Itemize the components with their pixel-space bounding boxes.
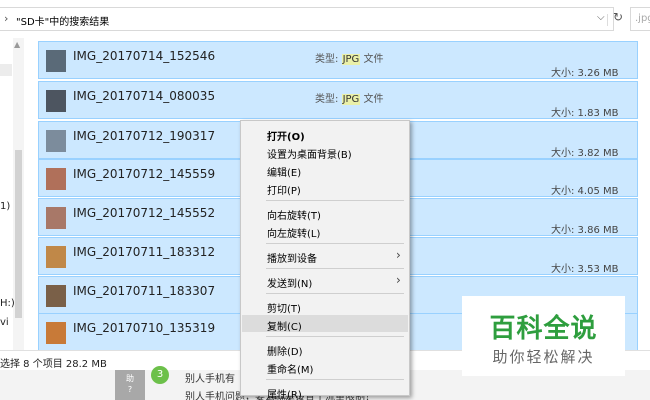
watermark-subtitle: 助你轻松解决 — [492, 348, 595, 366]
image-thumbnail — [46, 285, 66, 307]
file-name: IMG_20170714_152546 — [73, 49, 216, 63]
selection-status: 选择 8 个项目 28.2 MB — [0, 359, 107, 370]
page-side-label: 助 ? — [115, 370, 145, 400]
menu-item-label: 重命名(M) — [267, 365, 314, 376]
page-side-label-2: ? — [127, 385, 133, 394]
image-thumbnail — [46, 90, 66, 112]
file-name: IMG_20170712_145559 — [73, 167, 216, 181]
file-size: 大小: 3.82 MB — [551, 148, 619, 159]
file-type-extension: JPG — [341, 54, 361, 65]
context-menu: 打开(O) 设置为桌面背景(B) 编辑(E) 打印(P) 向右旋转(T) 向左旋转(L) 播… — [240, 120, 410, 400]
nav-item-stub[interactable] — [0, 64, 12, 76]
menu-item-label: 发送到(N) — [267, 279, 313, 290]
file-name: IMG_20170711_183312 — [73, 245, 216, 259]
file-row[interactable]: IMG_20170714_080035 类型: JPG 文件大小: 1.83 MB — [38, 81, 638, 119]
file-name: IMG_20170712_145552 — [73, 206, 216, 220]
menu-item[interactable]: 属性(R) — [242, 383, 408, 400]
file-type-prefix: 类型: — [315, 94, 342, 105]
breadcrumb-chevron-icon[interactable]: › — [4, 12, 8, 25]
image-thumbnail — [46, 50, 66, 72]
answer-number-badge: 3 — [151, 366, 169, 384]
search-text: .jpg — [635, 13, 650, 24]
address-bar[interactable]: › "SD卡"中的搜索结果 ⌵ — [0, 7, 614, 31]
page-side-label-1: 助 — [126, 374, 134, 383]
menu-item-label: 打印(P) — [267, 186, 301, 197]
menu-item-label: 属性(R) — [267, 390, 302, 400]
file-size: 大小: 4.05 MB — [551, 186, 619, 197]
menu-item[interactable]: 剪切(T) — [242, 297, 408, 315]
menu-item-label: 向右旋转(T) — [267, 211, 321, 222]
submenu-arrow-icon: › — [396, 248, 401, 262]
refresh-icon[interactable]: ↻ — [613, 10, 623, 24]
file-name: IMG_20170710_135319 — [73, 321, 216, 335]
menu-item[interactable]: 播放到设备 › — [242, 247, 408, 265]
address-divider — [607, 14, 608, 26]
menu-item[interactable]: 复制(C) — [242, 315, 408, 333]
nav-item-fragment[interactable]: vi — [0, 317, 9, 328]
image-thumbnail — [46, 207, 66, 229]
file-type-suffix: 文件 — [360, 94, 384, 105]
file-type: 类型: JPG 文件 — [315, 90, 383, 105]
address-path[interactable]: "SD卡"中的搜索结果 — [16, 13, 109, 28]
watermark: 百科全说 助你轻松解决 — [462, 296, 625, 376]
file-size: 大小: 3.86 MB — [551, 225, 619, 236]
file-type-suffix: 文件 — [360, 54, 384, 65]
menu-separator — [266, 243, 404, 244]
navigation-pane[interactable]: ▲ 1) H:) vi — [0, 38, 25, 350]
file-size: 大小: 3.53 MB — [551, 264, 619, 275]
file-type: 类型: JPG 文件 — [315, 50, 383, 65]
menu-item[interactable]: 设置为桌面背景(B) — [242, 143, 408, 161]
nav-item-fragment[interactable]: 1) — [0, 201, 10, 212]
menu-item-label: 剪切(T) — [267, 304, 301, 315]
menu-separator — [266, 379, 404, 380]
menu-item[interactable]: 向右旋转(T) — [242, 204, 408, 222]
menu-item-label: 复制(C) — [267, 322, 302, 333]
submenu-arrow-icon: › — [396, 273, 401, 287]
file-name: IMG_20170712_190317 — [73, 129, 216, 143]
file-name: IMG_20170711_183307 — [73, 284, 216, 298]
menu-item-label: 编辑(E) — [267, 168, 302, 179]
file-type-prefix: 类型: — [315, 54, 342, 65]
menu-separator — [266, 293, 404, 294]
image-thumbnail — [46, 322, 66, 344]
menu-item-label: 播放到设备 — [267, 254, 317, 265]
file-size: 大小: 1.83 MB — [551, 108, 619, 119]
menu-separator — [266, 200, 404, 201]
nav-item-fragment[interactable]: H:) — [0, 298, 15, 309]
menu-item[interactable]: 编辑(E) — [242, 161, 408, 179]
file-name: IMG_20170714_080035 — [73, 89, 216, 103]
menu-separator — [266, 268, 404, 269]
image-thumbnail — [46, 246, 66, 268]
image-thumbnail — [46, 130, 66, 152]
file-size: 大小: 3.26 MB — [551, 68, 619, 79]
search-input[interactable]: .jpg — [630, 7, 650, 31]
menu-item[interactable]: 打印(P) — [242, 179, 408, 197]
menu-item-label: 设置为桌面背景(B) — [267, 150, 352, 161]
menu-item[interactable]: 删除(D) — [242, 340, 408, 358]
menu-item[interactable]: 向左旋转(L) — [242, 222, 408, 240]
menu-item[interactable]: 重命名(M) — [242, 358, 408, 376]
menu-item[interactable]: 打开(O) — [242, 125, 408, 143]
menu-separator — [266, 336, 404, 337]
menu-item[interactable]: 发送到(N) › — [242, 272, 408, 290]
image-thumbnail — [46, 168, 66, 190]
file-type-extension: JPG — [341, 94, 361, 105]
file-row[interactable]: IMG_20170714_152546 类型: JPG 文件大小: 3.26 MB — [38, 41, 638, 79]
watermark-title: 百科全说 — [489, 314, 598, 344]
menu-item-label: 删除(D) — [267, 347, 303, 358]
address-dropdown-icon[interactable]: ⌵ — [597, 12, 605, 23]
address-bar-area: › "SD卡"中的搜索结果 ⌵ ↻ .jpg — [0, 0, 650, 38]
nav-scroll-thumb[interactable] — [15, 150, 22, 318]
menu-item-label: 向左旋转(L) — [267, 229, 321, 240]
scroll-up-icon[interactable]: ▲ — [14, 40, 20, 49]
menu-item-label: 打开(O) — [267, 132, 305, 143]
answer-text-line: 别人手机有 — [185, 374, 235, 385]
